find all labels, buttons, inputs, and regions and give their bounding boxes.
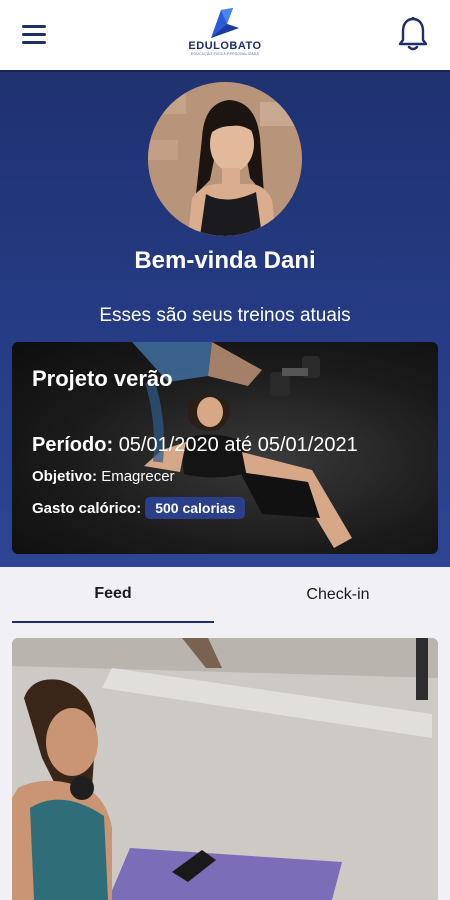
- goal-value: Emagrecer: [101, 468, 175, 485]
- feed-tabs: Feed Check-in: [0, 567, 450, 623]
- feed-post-card[interactable]: [12, 638, 438, 900]
- brand-logo: EDULOBATO EDUCAÇÃO FÍSICA PERSONALIZADA: [175, 6, 275, 66]
- program-period: Período: 05/01/2020 até 05/01/2021: [32, 434, 358, 457]
- program-title: Projeto verão: [32, 366, 173, 391]
- calorie-label: Gasto calórico:: [32, 499, 142, 517]
- calorie-badge: 500 calorias: [145, 497, 246, 519]
- avatar[interactable]: [148, 82, 302, 236]
- greeting-text: Bem-vinda Dani: [134, 247, 316, 274]
- workouts-subtitle: Esses são seus treinos atuais: [99, 305, 351, 326]
- hamburger-menu-icon[interactable]: [22, 25, 48, 47]
- feed-post-photo: [12, 638, 438, 900]
- program-goal: Objetivo: Emagrecer: [32, 468, 175, 485]
- tab-check-in[interactable]: Check-in: [238, 567, 438, 623]
- period-value: 05/01/2020 até 05/01/2021: [118, 434, 358, 456]
- tab-feed[interactable]: Feed: [12, 567, 214, 623]
- profile-header: Bem-vinda Dani Esses são seus treinos at…: [0, 72, 450, 567]
- bell-icon[interactable]: [398, 16, 432, 54]
- period-label: Período:: [32, 434, 114, 456]
- goal-label: Objetivo:: [32, 468, 98, 485]
- top-app-bar: EDULOBATO EDUCAÇÃO FÍSICA PERSONALIZADA: [0, 0, 450, 72]
- logo-subtext: EDUCAÇÃO FÍSICA PERSONALIZADA: [190, 52, 260, 56]
- workout-program-card[interactable]: Projeto verão Período: 05/01/2020 até 05…: [12, 342, 438, 554]
- logo-text: EDULOBATO: [188, 40, 262, 52]
- program-calories: Gasto calórico: 500 calorias: [32, 497, 246, 519]
- logo-mark-icon: [211, 8, 239, 38]
